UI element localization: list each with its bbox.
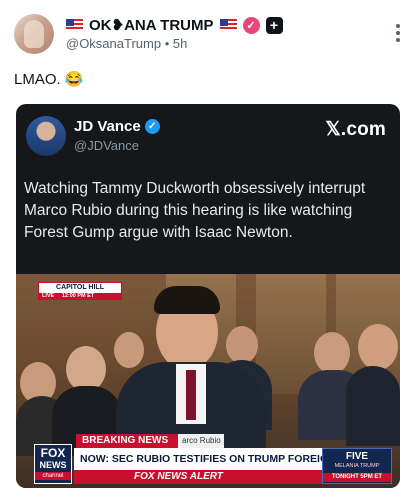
network-line2: NEWS [39, 460, 67, 470]
quoted-author-name-row: JD Vance ✓ [74, 118, 160, 135]
network-line3: channel [35, 472, 71, 480]
promo-title: FIVE [345, 451, 369, 462]
live-time: 12:00 PM ET [61, 293, 95, 299]
more-options-icon[interactable] [396, 24, 400, 42]
quoted-author-handle: @JDVance [74, 138, 139, 153]
quoted-author-name: JD Vance [74, 118, 141, 135]
network-line1: FOX [40, 446, 66, 460]
author-avatar[interactable] [14, 14, 54, 54]
quoted-post-card[interactable]: JD Vance ✓ @JDVance 𝕏.com Watching Tammy… [16, 104, 400, 488]
subscriber-plus-icon[interactable]: + [265, 16, 283, 34]
post-time[interactable]: 5h [173, 36, 187, 51]
fox-news-logo: FOX NEWS channel [34, 444, 72, 484]
author-handle[interactable]: @OksanaTrump [66, 36, 161, 51]
show-promo: FIVE MELANIA TRUMP TONIGHT 5PM ET [322, 448, 392, 484]
promo-time: TONIGHT 5PM ET [323, 473, 391, 482]
news-alert: FOX NEWS ALERT [74, 470, 322, 484]
quoted-author-avatar [26, 116, 66, 156]
location-chip: CAPITOL HILL LIVE 12:00 PM ET [38, 282, 122, 300]
us-flag-icon [219, 19, 237, 31]
meta-separator: • [164, 36, 170, 51]
author-meta: @OksanaTrump • 5h [66, 36, 187, 51]
post-text: LMAO. 😂 [14, 71, 84, 88]
speaker-tag: arco Rubio [178, 434, 224, 448]
live-label: LIVE [42, 293, 55, 299]
news-headline: NOW: SEC RUBIO TESTIFIES ON TRUMP FOREIG… [74, 448, 378, 470]
location-label: CAPITOL HILL [56, 284, 104, 291]
quoted-post-text: Watching Tammy Duckworth obsessively int… [24, 180, 366, 241]
verified-badge-icon[interactable]: ✓ [242, 16, 260, 34]
post-header: OK❥ANA TRUMP ✓ + @OksanaTrump • 5h [14, 14, 404, 54]
breaking-news-label: BREAKING NEWS [76, 434, 178, 448]
promo-subtitle: MELANIA TRUMP [334, 463, 380, 469]
author-name-row[interactable]: OK❥ANA TRUMP ✓ + [66, 16, 283, 34]
author-display-name[interactable]: OK❥ANA TRUMP [89, 16, 214, 34]
x-brand-logo: 𝕏.com [325, 119, 386, 140]
us-flag-icon [66, 19, 83, 31]
blue-check-icon: ✓ [144, 119, 160, 134]
live-time-bar: LIVE 12:00 PM ET [39, 293, 121, 300]
news-lower-third: FOX NEWS channel BREAKING NEWS arco Rubi… [16, 434, 400, 488]
hearing-photo: CAPITOL HILL LIVE 12:00 PM ET FOX NEWS c… [16, 274, 400, 488]
